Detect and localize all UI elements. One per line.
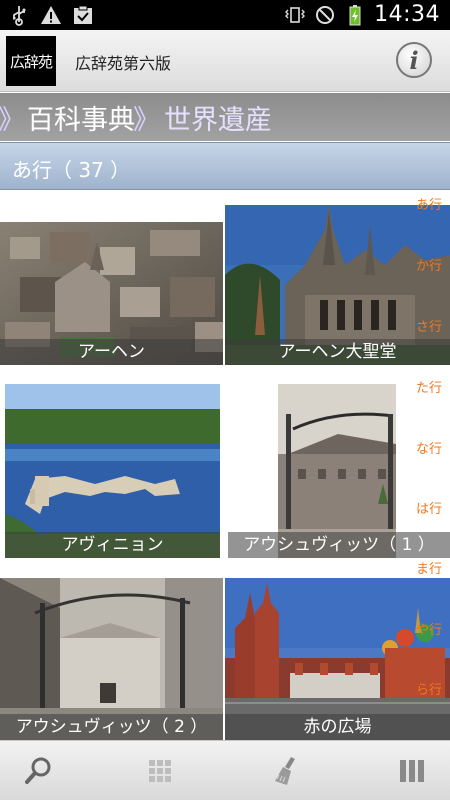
tile-caption: アウシュヴィッツ（ 2 ） bbox=[0, 714, 223, 740]
breadcrumb: 》 百科事典 》 世界遺産 bbox=[0, 93, 450, 141]
tile-caption: アーヘン bbox=[0, 339, 223, 365]
index-item-a[interactable]: あ行 bbox=[416, 194, 442, 213]
tile-aachen[interactable]: アーヘン bbox=[0, 222, 223, 365]
index-item-ta[interactable]: た行 bbox=[416, 377, 442, 396]
index-item-sa[interactable]: さ行 bbox=[416, 316, 442, 335]
no-signal-icon bbox=[316, 5, 335, 24]
index-item-ha[interactable]: は行 bbox=[416, 498, 442, 517]
bottom-toolbar bbox=[0, 740, 450, 800]
grid-icon bbox=[149, 760, 171, 782]
app-title: 広辞苑第六版 bbox=[75, 54, 172, 73]
status-left-icons bbox=[8, 4, 94, 26]
tile-avignon[interactable]: アヴィニョン bbox=[5, 384, 220, 558]
breadcrumb-item-world-heritage[interactable]: 世界遺産 bbox=[164, 98, 272, 137]
status-time: 14:34 bbox=[374, 2, 440, 27]
kana-index: あ行 か行 さ行 た行 な行 は行 ま行 や行 ら行 bbox=[406, 191, 450, 740]
vibrate-icon bbox=[285, 6, 306, 23]
warning-icon bbox=[41, 6, 61, 24]
breadcrumb-item-encyclopedia[interactable]: 百科事典 bbox=[27, 98, 135, 137]
info-icon: i bbox=[409, 45, 419, 75]
grid-view-button[interactable] bbox=[142, 753, 178, 789]
info-button[interactable]: i bbox=[396, 42, 432, 78]
index-item-ya[interactable]: や行 bbox=[416, 619, 442, 638]
tile-auschwitz-2[interactable]: アウシュヴィッツ（ 2 ） bbox=[0, 578, 223, 740]
heritage-grid: アーヘン アーヘン大聖堂 アヴィニョン アウシュヴィッツ（ 1 ） アウシュヴィ… bbox=[0, 191, 450, 740]
section-header: あ行（ 37 ） bbox=[0, 142, 450, 190]
index-item-ka[interactable]: か行 bbox=[416, 255, 442, 274]
clipboard-check-icon bbox=[74, 5, 92, 24]
breadcrumb-separator: 》 bbox=[133, 104, 160, 136]
search-icon bbox=[25, 757, 51, 784]
breadcrumb-separator: 》 bbox=[0, 104, 25, 136]
usb-icon bbox=[13, 6, 26, 26]
section-label: あ行（ 37 ） bbox=[12, 158, 131, 182]
clear-history-button[interactable] bbox=[268, 753, 304, 789]
columns-view-button[interactable] bbox=[394, 753, 430, 789]
brush-icon bbox=[275, 757, 295, 785]
battery-charging-icon bbox=[349, 4, 361, 25]
tile-caption: アヴィニョン bbox=[5, 532, 220, 558]
columns-icon bbox=[400, 760, 424, 782]
index-item-na[interactable]: な行 bbox=[416, 438, 442, 457]
app-logo: 広辞苑 bbox=[6, 36, 56, 86]
index-item-ra[interactable]: ら行 bbox=[416, 679, 442, 698]
index-item-ma[interactable]: ま行 bbox=[416, 558, 442, 577]
status-right-icons: 14:34 bbox=[284, 2, 440, 27]
app-header: 広辞苑 広辞苑第六版 i bbox=[0, 30, 450, 92]
status-bar: 14:34 bbox=[0, 0, 450, 30]
search-button[interactable] bbox=[20, 753, 56, 789]
